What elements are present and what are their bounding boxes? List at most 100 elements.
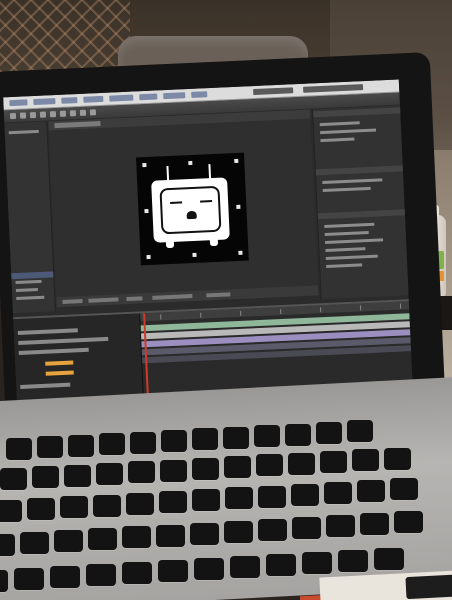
keyboard-key[interactable]: [159, 491, 187, 513]
tool-icon[interactable]: [29, 111, 37, 119]
keyboard-key[interactable]: [390, 478, 418, 501]
keyboard-key[interactable]: [288, 452, 315, 475]
keyboard-key[interactable]: [20, 532, 49, 555]
tool-icon[interactable]: [9, 112, 17, 120]
transform-handle[interactable]: [142, 163, 147, 168]
keyboard-key[interactable]: [256, 454, 283, 477]
keyboard-key[interactable]: [258, 485, 286, 508]
keyboard-key[interactable]: [122, 526, 151, 549]
keyboard-key[interactable]: [224, 456, 251, 479]
keyboard-key[interactable]: [190, 522, 219, 545]
keyboard-key[interactable]: [6, 438, 32, 460]
menu-item[interactable]: [83, 95, 104, 103]
keyboard-key[interactable]: [126, 492, 154, 515]
keyboard-key[interactable]: [128, 461, 155, 484]
keyboard-key[interactable]: [60, 496, 88, 519]
keyboard-key[interactable]: [32, 466, 59, 489]
footer-control[interactable]: [152, 294, 193, 300]
list-item[interactable]: [15, 279, 42, 285]
keyboard-key[interactable]: [324, 482, 352, 504]
tool-icon[interactable]: [49, 111, 57, 118]
keyboard-key[interactable]: [99, 433, 125, 456]
keyboard-key[interactable]: [158, 560, 188, 582]
composition-canvas[interactable]: [136, 152, 249, 266]
selected-item[interactable]: [11, 271, 54, 280]
tool-icon[interactable]: [59, 110, 67, 117]
keyboard-key[interactable]: [384, 447, 411, 470]
menu-item[interactable]: [61, 97, 78, 104]
tool-icon[interactable]: [39, 111, 47, 118]
keyboard-key[interactable]: [338, 550, 368, 572]
menu-item[interactable]: [191, 91, 208, 98]
keyboard-key[interactable]: [352, 449, 379, 472]
transform-handle[interactable]: [146, 254, 151, 260]
keyboard-key[interactable]: [0, 570, 8, 592]
menu-item[interactable]: [139, 93, 158, 101]
keyboard-key[interactable]: [224, 520, 253, 543]
menu-item[interactable]: [163, 92, 186, 100]
keyboard-key[interactable]: [192, 489, 220, 512]
keyboard-key[interactable]: [194, 558, 224, 580]
layer-row[interactable]: [18, 336, 109, 345]
keyboard-key[interactable]: [192, 457, 219, 480]
keyboard-key[interactable]: [68, 434, 94, 457]
tool-icon[interactable]: [69, 110, 77, 117]
footer-control[interactable]: [126, 296, 143, 302]
transform-handle[interactable]: [188, 160, 193, 166]
keyboard-key[interactable]: [320, 451, 347, 473]
keyboard-key[interactable]: [258, 518, 287, 541]
keyboard-key[interactable]: [64, 464, 91, 487]
tool-icon[interactable]: [19, 112, 27, 119]
keyboard-key[interactable]: [316, 422, 342, 444]
keyboard-key[interactable]: [347, 420, 373, 443]
list-item[interactable]: [325, 247, 366, 252]
keyboard-key[interactable]: [0, 468, 27, 490]
keyboard-key[interactable]: [122, 562, 152, 584]
menu-item[interactable]: [9, 99, 28, 107]
keyboard-key[interactable]: [88, 528, 117, 551]
keyboard-key[interactable]: [27, 498, 55, 521]
keyboard-key[interactable]: [266, 554, 296, 576]
keyboard-key[interactable]: [192, 428, 218, 451]
keyboard-key[interactable]: [160, 459, 187, 482]
keyboard-key[interactable]: [0, 534, 15, 556]
keyboard-key[interactable]: [394, 511, 423, 534]
tool-icon[interactable]: [79, 109, 87, 116]
transform-handle[interactable]: [144, 208, 149, 214]
keyboard-key[interactable]: [161, 430, 187, 452]
keyboard-key[interactable]: [285, 423, 311, 446]
layer-row[interactable]: [17, 328, 78, 336]
keyboard-key[interactable]: [374, 548, 404, 570]
keyboard-key[interactable]: [0, 500, 22, 522]
list-item[interactable]: [326, 263, 363, 268]
menu-item[interactable]: [33, 98, 56, 106]
keyboard-key[interactable]: [302, 552, 332, 574]
footer-control[interactable]: [62, 299, 83, 304]
keyboard-key[interactable]: [37, 436, 63, 459]
list-item[interactable]: [15, 288, 38, 293]
list-item[interactable]: [325, 238, 384, 244]
keyboard-key[interactable]: [50, 566, 80, 588]
keyboard-key[interactable]: [54, 530, 83, 553]
keyboard-key[interactable]: [292, 516, 321, 539]
transform-handle[interactable]: [192, 252, 197, 257]
transform-handle[interactable]: [236, 204, 241, 209]
keyboard-key[interactable]: [326, 515, 355, 537]
tab-composition[interactable]: [54, 121, 101, 129]
keyboard-key[interactable]: [93, 494, 121, 517]
tool-icon[interactable]: [89, 109, 97, 116]
keyboard-key[interactable]: [86, 564, 116, 586]
keyboard-key[interactable]: [254, 425, 280, 448]
keyboard-key[interactable]: [291, 483, 319, 506]
keyboard-key[interactable]: [14, 568, 44, 590]
keyboard-key[interactable]: [156, 524, 185, 547]
property-value[interactable]: [45, 360, 74, 366]
list-item[interactable]: [325, 254, 378, 260]
layer-row[interactable]: [20, 382, 71, 389]
keyboard-key[interactable]: [225, 487, 253, 510]
list-item[interactable]: [324, 222, 375, 228]
keyboard-key[interactable]: [230, 556, 260, 578]
menu-item[interactable]: [109, 94, 134, 102]
list-item[interactable]: [324, 230, 369, 236]
footer-control[interactable]: [88, 297, 119, 303]
